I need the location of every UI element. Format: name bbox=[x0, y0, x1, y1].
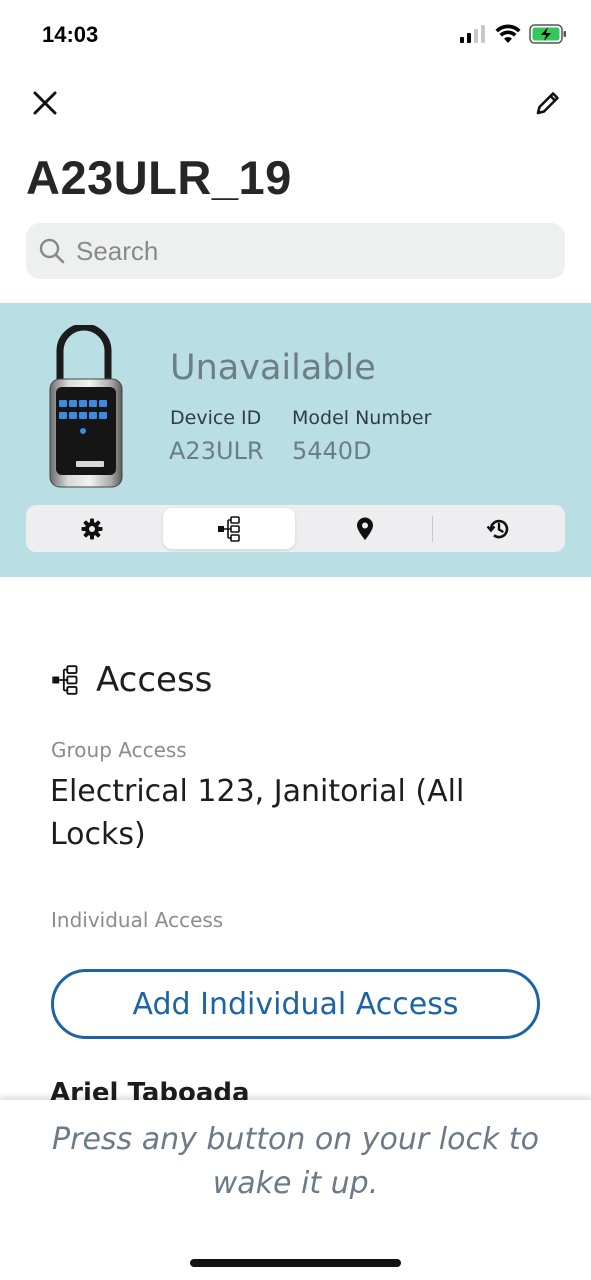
edit-button[interactable] bbox=[533, 88, 563, 118]
battery-charging-icon bbox=[529, 24, 566, 44]
search-input[interactable] bbox=[74, 234, 538, 268]
device-id-value: A23ULR bbox=[169, 437, 264, 465]
tab-settings[interactable] bbox=[26, 508, 159, 549]
tab-access[interactable] bbox=[162, 508, 295, 549]
home-indicator[interactable] bbox=[190, 1259, 401, 1267]
history-icon bbox=[486, 519, 509, 538]
search-icon bbox=[39, 238, 65, 264]
search-bar[interactable] bbox=[26, 223, 565, 279]
wake-lock-message: Press any button on your lock to wake it… bbox=[52, 1122, 539, 1201]
cellular-signal-icon bbox=[460, 25, 485, 43]
group-access-label: Group Access bbox=[51, 738, 187, 762]
tab-history[interactable] bbox=[433, 508, 566, 549]
access-heading-label: Access bbox=[96, 660, 213, 700]
add-individual-access-button[interactable]: Add Individual Access bbox=[51, 969, 540, 1039]
status-time: 14:03 bbox=[42, 22, 99, 47]
gear-icon bbox=[81, 518, 103, 539]
status-icons bbox=[459, 24, 567, 44]
device-status: Unavailable bbox=[170, 348, 376, 388]
device-id-label: Device ID bbox=[170, 407, 262, 429]
wifi-icon bbox=[495, 24, 521, 43]
individual-access-label: Individual Access bbox=[51, 908, 224, 932]
access-heading: Access bbox=[50, 660, 212, 700]
model-number-label: Model Number bbox=[292, 407, 432, 429]
page-title: A23ULR_19 bbox=[26, 151, 292, 204]
lockbox-image bbox=[46, 323, 126, 490]
close-button[interactable] bbox=[30, 88, 60, 118]
close-icon bbox=[33, 91, 57, 115]
location-pin-icon bbox=[357, 517, 374, 540]
tab-location[interactable] bbox=[299, 508, 432, 549]
hierarchy-icon bbox=[217, 515, 240, 542]
model-number-value: 5440D bbox=[292, 437, 372, 465]
group-access-value: Electrical 123, Janitorial (All Locks) bbox=[50, 774, 465, 852]
pencil-icon bbox=[536, 92, 559, 115]
device-tab-bar bbox=[26, 505, 565, 552]
hierarchy-icon bbox=[52, 665, 78, 695]
